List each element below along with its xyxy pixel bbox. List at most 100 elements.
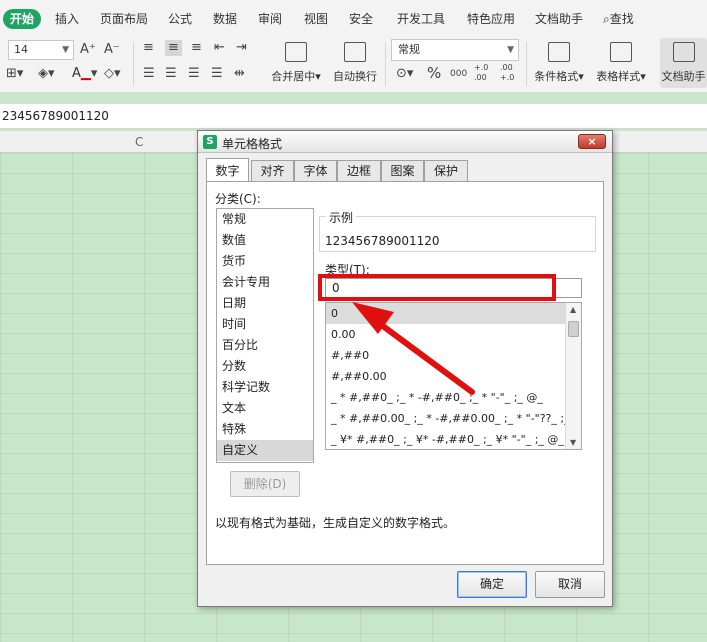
number-format-value: 常规 [398,43,420,56]
scroll-up-icon[interactable]: ▲ [570,305,576,314]
type-list-item[interactable]: 0 [326,303,565,324]
tab-number[interactable]: 数字 [206,158,249,182]
ribbon-tab-bar: 开始 插入 页面布局 公式 数据 审阅 视图 安全 开发工具 特色应用 文档助手… [0,0,707,36]
tab-protection[interactable]: 保护 [424,160,468,182]
align-left-icon[interactable]: ☰ [143,66,155,82]
highlight-box [318,274,556,301]
column-header-c[interactable]: C [135,135,143,149]
currency-icon[interactable]: ⊙▾ [396,66,413,82]
ok-button[interactable]: 确定 [457,571,527,598]
font-size-value: 14 [14,43,28,56]
increase-font-icon[interactable]: A⁺ [80,42,96,58]
increase-decimal-button[interactable]: +.0 .00 [474,63,498,83]
number-format-select[interactable]: 常规 ▼ [391,39,519,61]
align-top-icon[interactable]: ≡ [143,40,154,56]
table-style-icon [610,42,632,62]
type-list-item[interactable]: #,##0.00 [326,366,565,387]
category-item[interactable]: 日期 [217,293,313,314]
scroll-thumb[interactable] [568,321,579,337]
merge-cells-icon [285,42,307,62]
doc-helper-icon [672,42,695,62]
close-button[interactable]: × [578,134,606,149]
category-item[interactable]: 常规 [217,209,313,230]
format-description: 以现有格式为基础，生成自定义的数字格式。 [215,516,456,530]
category-item[interactable]: 特殊 [217,419,313,440]
tab-font[interactable]: 字体 [294,160,337,182]
percent-button[interactable]: % [427,65,441,81]
align-center-icon[interactable]: ☰ [165,66,177,82]
font-color-icon[interactable]: A▁▾ [72,66,97,82]
category-item[interactable]: 货币 [217,251,313,272]
tab-find[interactable]: ⌕查找 [603,9,634,29]
category-item[interactable]: 分数 [217,356,313,377]
type-list-item[interactable]: #,##0 [326,345,565,366]
fill-color-icon[interactable]: ◈▾ [38,66,55,82]
spreadsheet-app-icon: S [203,135,217,149]
align-middle-icon[interactable]: ≡ [165,40,182,56]
separator [385,42,386,86]
chevron-down-icon: ▾ [640,70,646,83]
indent-increase-icon[interactable]: ⇥ [236,40,247,56]
wrap-text-icon [344,42,366,62]
align-right-icon[interactable]: ☰ [188,66,200,82]
category-item[interactable]: 百分比 [217,335,313,356]
tab-alignment[interactable]: 对齐 [251,160,294,182]
category-item[interactable]: 数值 [217,230,313,251]
tab-home[interactable]: 开始 [3,9,42,29]
category-item[interactable]: 科学记数 [217,377,313,398]
tab-view[interactable]: 视图 [304,9,328,29]
scroll-down-icon[interactable]: ▼ [570,438,576,447]
doc-helper-button[interactable]: 文档助手 [660,38,707,88]
dialog-titlebar[interactable]: S 单元格格式 × [198,131,612,153]
sample-value: 123456789001120 [325,234,440,248]
thousands-button[interactable]: 000 [450,66,467,82]
table-style-button[interactable]: 表格样式▾ [592,38,650,88]
tab-pattern[interactable]: 图案 [381,160,424,182]
distribute-icon[interactable]: ⇹ [234,66,245,82]
conditional-format-button[interactable]: 条件格式▾ [530,38,588,88]
category-item[interactable]: 时间 [217,314,313,335]
border-icon[interactable]: ⊞▾ [6,66,23,82]
sample-label: 示例 [326,209,357,226]
tab-review[interactable]: 审阅 [258,9,282,29]
formula-bar[interactable]: 23456789001120 [0,103,707,129]
tab-developer[interactable]: 开发工具 [397,9,445,29]
tab-page-layout[interactable]: 页面布局 [100,9,148,29]
number-tab-panel: 分类(C): 常规 数值 货币 会计专用 日期 时间 百分比 分数 科学记数 文… [206,181,604,565]
auto-wrap-button[interactable]: 自动换行 [330,38,380,88]
chevron-down-icon: ▾ [315,70,321,83]
decrease-font-icon[interactable]: A⁻ [104,42,120,58]
tab-doc-helper[interactable]: 文档助手 [535,9,583,29]
justify-icon[interactable]: ☰ [211,66,223,82]
tab-data[interactable]: 数据 [213,9,237,29]
decrease-decimal-button[interactable]: .00 +.0 [500,63,524,83]
merge-center-label: 合并居中 [271,70,316,83]
type-list-item[interactable]: _ ¥* #,##0_ ;_ ¥* -#,##0_ ;_ ¥* "-"_ ;_ … [326,429,565,449]
category-list[interactable]: 常规 数值 货币 会计专用 日期 时间 百分比 分数 科学记数 文本 特殊 自定… [216,208,314,463]
cancel-button[interactable]: 取消 [535,571,605,598]
type-list[interactable]: 0 0.00 #,##0 #,##0.00 _ * #,##0_ ;_ * -#… [325,302,582,450]
format-cells-dialog: S 单元格格式 × 数字 对齐 字体 边框 图案 保护 分类(C): 常规 数值… [197,130,613,607]
clear-format-icon[interactable]: ◇▾ [104,66,121,82]
category-item[interactable]: 文本 [217,398,313,419]
tab-border[interactable]: 边框 [337,160,381,182]
formula-bar-value: 23456789001120 [2,109,109,123]
merge-center-button[interactable]: 合并居中▾ [268,38,324,88]
type-list-item[interactable]: _ * #,##0.00_ ;_ * -#,##0.00_ ;_ * "-"??… [326,408,565,429]
type-list-item[interactable]: _ * #,##0_ ;_ * -#,##0_ ;_ * "-"_ ;_ @_ [326,387,565,408]
tab-insert[interactable]: 插入 [55,9,79,29]
category-item-custom[interactable]: 自定义 [217,440,313,461]
font-size-select[interactable]: 14 ▼ [8,40,74,60]
tab-security[interactable]: 安全 [349,9,373,29]
category-label: 分类(C): [215,192,261,206]
tab-special-apps[interactable]: 特色应用 [467,9,515,29]
category-item[interactable]: 会计专用 [217,272,313,293]
type-list-item[interactable]: 0.00 [326,324,565,345]
delete-button[interactable]: 删除(D) [230,471,300,497]
align-bottom-icon[interactable]: ≡ [191,40,202,56]
tab-formulas[interactable]: 公式 [168,9,192,29]
separator [526,42,527,86]
close-icon: × [587,135,597,148]
type-list-scrollbar[interactable]: ▲ ▼ [565,303,581,449]
indent-decrease-icon[interactable]: ⇤ [214,40,225,56]
